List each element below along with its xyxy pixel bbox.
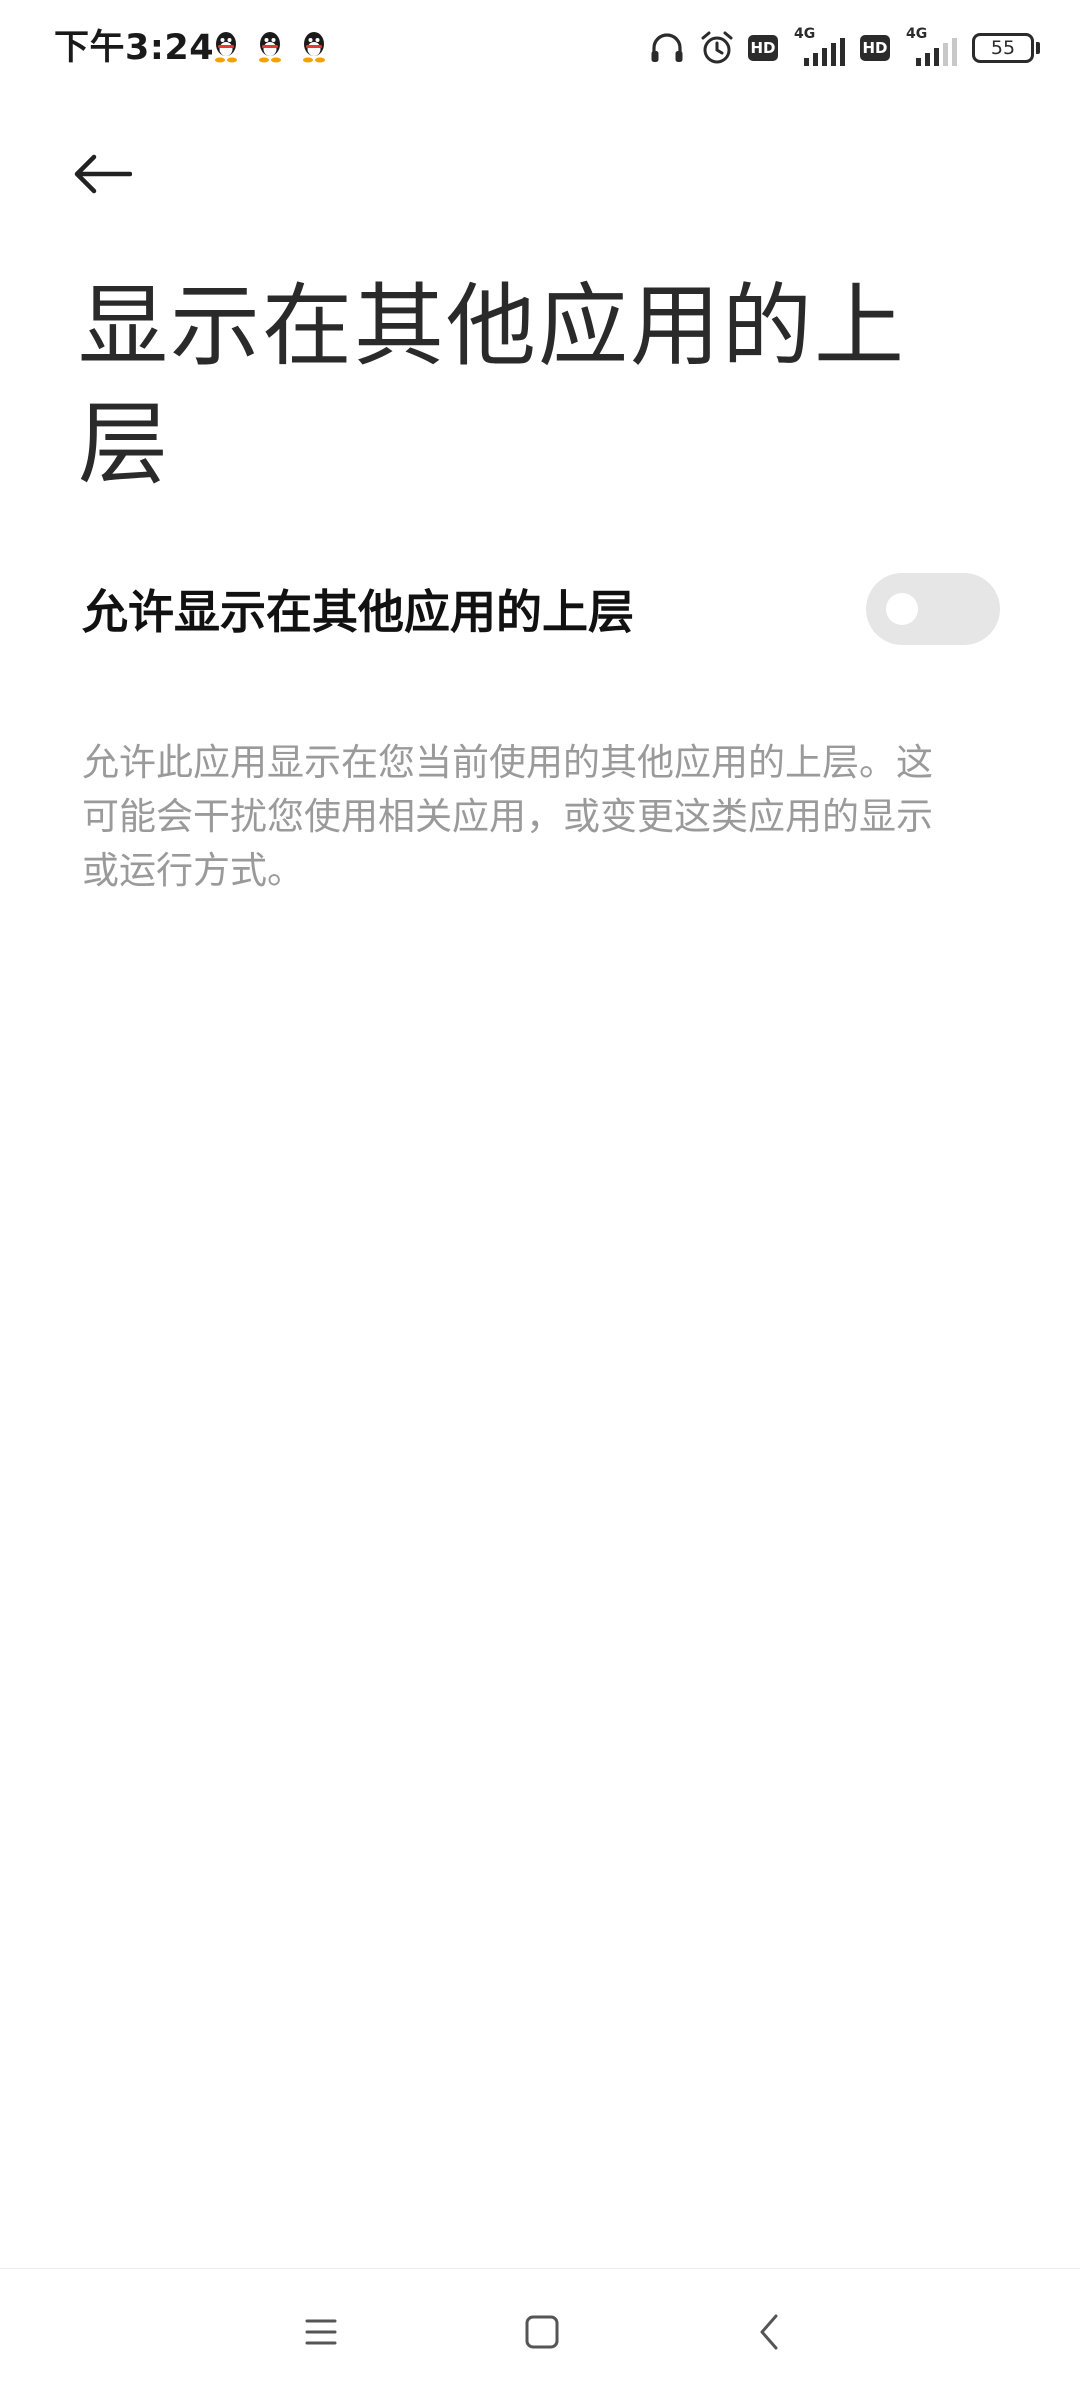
setting-label: 允许显示在其他应用的上层 (82, 585, 634, 639)
back-button[interactable] (72, 140, 162, 212)
overlay-permission-toggle[interactable] (866, 573, 1000, 645)
menu-icon (304, 2317, 338, 2351)
setting-row-allow-overlay[interactable]: 允许显示在其他应用的上层 (0, 560, 1080, 660)
battery-level: 55 (990, 36, 1016, 59)
hd-badge: HD (860, 35, 890, 61)
battery-icon: 55 (972, 33, 1040, 63)
headphones-icon (648, 29, 686, 67)
signal-strength-icon: 4G (790, 26, 848, 68)
battery-tip (1036, 42, 1040, 54)
status-icons: HD 4G HD 4G 55 (648, 26, 1040, 70)
navigation-bar (0, 2269, 1080, 2400)
status-time: 下午3:24 (54, 28, 215, 68)
qq-icon (301, 30, 327, 66)
hd-badge: HD (748, 35, 778, 61)
back-icon (757, 2312, 781, 2356)
battery-body: 55 (972, 33, 1034, 63)
status-bar: 下午3:24 HD 4G HD 4G 55 (0, 0, 1080, 100)
signal-strength-icon: 4G (902, 26, 960, 68)
nav-back-button[interactable] (724, 2289, 814, 2379)
toggle-knob (886, 593, 918, 625)
notification-icons (213, 30, 327, 66)
qq-icon (213, 30, 239, 66)
setting-description: 允许此应用显示在您当前使用的其他应用的上层。这可能会干扰您使用相关应用，或变更这… (82, 741, 933, 892)
recent-apps-button[interactable] (276, 2289, 366, 2379)
home-icon (524, 2314, 560, 2354)
qq-icon (257, 30, 283, 66)
alarm-clock-icon (698, 29, 736, 67)
arrow-left-icon (72, 152, 133, 200)
page-title: 显示在其他应用的上层 (78, 274, 906, 497)
home-button[interactable] (497, 2289, 587, 2379)
